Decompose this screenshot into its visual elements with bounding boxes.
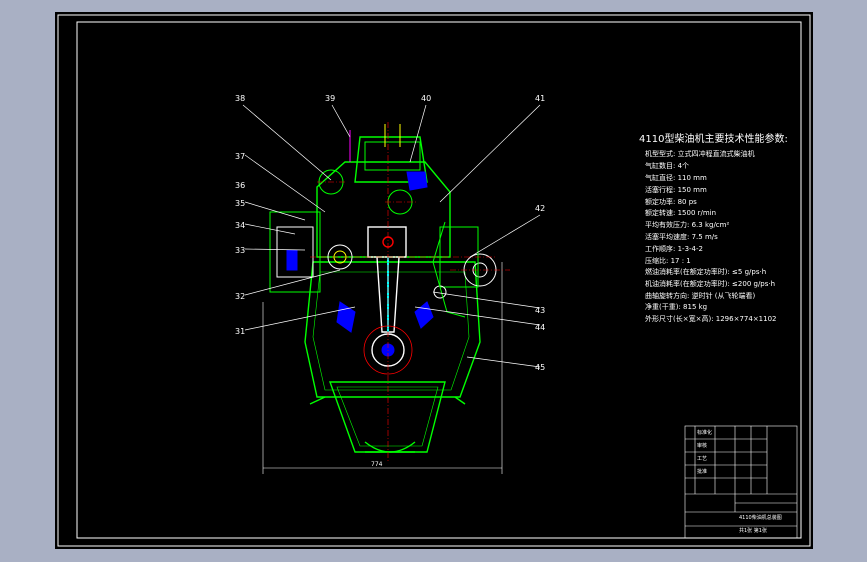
callout-35: 35 [235, 199, 245, 208]
callout-43: 43 [535, 306, 545, 315]
spec-row-8: 活塞平均速度: 7.5 m/s [645, 233, 718, 241]
callout-34: 34 [235, 221, 245, 230]
callout-33: 33 [235, 246, 245, 255]
callout-45: 45 [535, 363, 545, 372]
callout-38: 38 [235, 94, 245, 103]
spec-row-5: 额定功率: 80 ps [645, 198, 697, 206]
callout-42: 42 [535, 204, 545, 213]
callout-44: 44 [535, 323, 545, 332]
spec-row-12: 机油消耗率(在额定功率时): ≤200 g/ps·h [645, 280, 776, 288]
spec-row-4: 活塞行程: 150 mm [645, 186, 707, 194]
drawing-sheet: 774 31 32 33 34 35 37 36 38 39 40 41 42 … [55, 12, 813, 549]
spec-row-13: 曲轴旋转方向: 逆时针 (从飞轮端看) [645, 292, 756, 300]
callout-40: 40 [421, 94, 431, 103]
callout-41: 41 [535, 94, 545, 103]
engine-block [304, 136, 481, 453]
spec-title: 4110型柴油机主要技术性能参数: [639, 134, 788, 145]
spec-row-6: 额定转速: 1500 r/min [645, 209, 717, 217]
callout-numbers: 31 32 33 34 35 37 36 38 39 40 41 42 43 4… [235, 94, 545, 372]
spec-row-14: 净重(干重): 815 kg [645, 303, 708, 311]
spec-row-9: 工作顺序: 1-3-4-2 [645, 245, 703, 253]
spec-row-1: 机型型式: 立式四冲程直流式柴油机 [645, 150, 755, 158]
title-block-row-1: 标准化 [697, 430, 713, 436]
title-block-sheet: 共1张 第1张 [739, 528, 767, 534]
spec-row-7: 平均有效压力: 6.3 kg/cm² [645, 221, 730, 229]
coolant-passages [286, 171, 434, 357]
spec-row-2: 气缸数目: 4个 [645, 162, 690, 170]
spec-row-10: 压缩比: 17 : 1 [645, 257, 691, 265]
spec-row-11: 燃油消耗率(在额定功率时): ≤5 g/ps·h [645, 268, 767, 276]
callout-32: 32 [235, 292, 245, 301]
callout-39: 39 [325, 94, 335, 103]
callout-36: 36 [235, 181, 245, 190]
accessories [269, 211, 497, 318]
title-block-row-3: 工艺 [697, 456, 708, 462]
title-block-drawing-name: 4110柴油机总装图 [739, 515, 782, 521]
title-block-row-4: 批准 [697, 469, 708, 475]
dimension-text: 774 [371, 461, 383, 468]
title-block-row-2: 审核 [697, 443, 708, 449]
spec-row-15: 外形尺寸(长×宽×高): 1296×774×1102 [645, 315, 777, 323]
callout-31: 31 [235, 327, 245, 336]
spec-row-3: 气缸直径: 110 mm [645, 174, 707, 182]
callout-37: 37 [235, 152, 245, 161]
leader-lines [242, 104, 541, 368]
